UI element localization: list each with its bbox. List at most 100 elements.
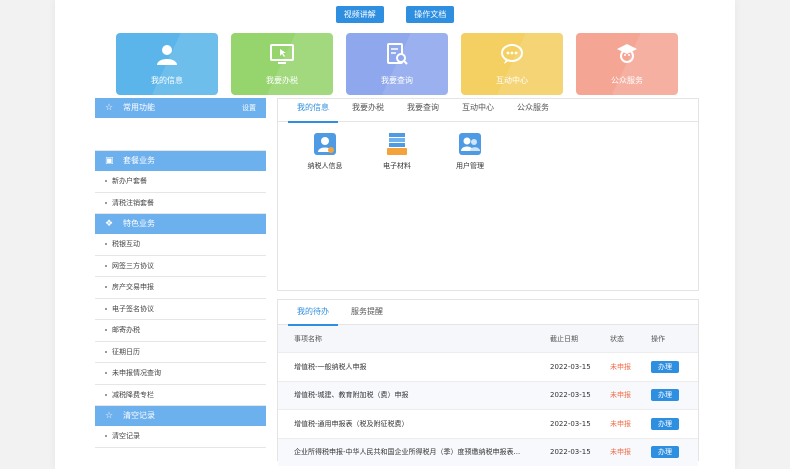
star-icon: ☆ (105, 411, 114, 421)
feature-cards: 我的信息 我要办税 我要查询 互动中心 公众服务 (55, 33, 735, 95)
tab-my-info[interactable]: 我的信息 (288, 99, 338, 123)
handle-button[interactable]: 办理 (651, 360, 679, 373)
card-tax-handling[interactable]: 我要办税 (231, 33, 333, 95)
user-manage-icon (459, 133, 481, 155)
sidebar-item[interactable]: 电子签名协议 (95, 299, 266, 320)
section-title: 清空记录 (123, 411, 155, 420)
quick-item-documents[interactable]: 电子材料 (372, 133, 422, 171)
column-header: 截止日期 (549, 325, 609, 353)
section-title: 特色业务 (123, 219, 155, 228)
bullet-icon (105, 243, 107, 245)
tab-my-todo[interactable]: 我的待办 (288, 300, 338, 326)
sidebar-item-label: 邮寄办税 (112, 326, 140, 334)
sidebar-item-label: 房产交易申报 (112, 283, 154, 291)
bullet-icon (105, 393, 107, 396)
sidebar-item[interactable]: 清税注销套餐 (95, 193, 266, 214)
info-tabs: 我的信息 我要办税 我要查询 互动中心 公众服务 (278, 99, 698, 123)
sidebar-item[interactable]: 新办户套餐 (95, 171, 266, 193)
bullet-icon (105, 201, 107, 204)
bullet-icon (105, 350, 107, 353)
quick-item-label: 电子材料 (383, 162, 411, 170)
table-row: 企业所得税申报-中华人民共和国企业所得税月（季）度预缴纳税申报表... 2022… (278, 437, 698, 466)
section-title: 套餐业务 (123, 156, 155, 165)
item-name: 增值税-城建、教育附加税（费）申报 (278, 380, 549, 410)
card-label: 我要查询 (381, 76, 413, 85)
grid-icon: ❖ (105, 219, 114, 229)
quick-item-user-manage[interactable]: 用户管理 (445, 133, 495, 171)
bullet-icon (105, 435, 107, 437)
service-icon (617, 44, 637, 63)
bullet-icon (105, 329, 107, 331)
sidebar-item-label: 减税降费专栏 (112, 390, 154, 399)
sidebar-item[interactable]: 未申报情况查询 (95, 363, 266, 385)
sidebar-item[interactable]: 邮寄办税 (95, 320, 266, 342)
card-label: 我的信息 (151, 76, 183, 85)
taxpayer-icon (314, 133, 336, 155)
video-guide-button[interactable]: 视频讲解 (335, 6, 384, 23)
card-label: 公众服务 (611, 76, 643, 85)
card-my-info[interactable]: 我的信息 (116, 33, 218, 95)
top-buttons: 视频讲解 操作文档 (55, 6, 735, 23)
tab-service-reminder[interactable]: 服务提醒 (351, 300, 383, 324)
sidebar-item-label: 未申报情况查询 (112, 369, 161, 377)
bullet-icon (105, 286, 107, 288)
sidebar-item-label: 征期日历 (112, 347, 140, 356)
sidebar-item[interactable]: 房产交易申报 (95, 277, 266, 299)
card-query[interactable]: 我要查询 (346, 33, 448, 95)
handle-button[interactable]: 办理 (651, 417, 679, 430)
status-badge: 未申报 (609, 437, 650, 466)
bullet-icon (105, 307, 107, 310)
sidebar-item[interactable]: 减税降费专栏 (95, 385, 266, 406)
monitor-icon (270, 44, 294, 64)
status-badge: 未申报 (609, 409, 650, 438)
tab-interaction[interactable]: 互动中心 (462, 99, 494, 121)
info-panel: 我的信息 我要办税 我要查询 互动中心 公众服务 纳税人信息 电子材料 用户管理 (277, 98, 699, 291)
sidebar-item-label: 网签三方协议 (112, 261, 154, 270)
quick-item-label: 纳税人信息 (307, 162, 343, 170)
column-header: 操作 (650, 325, 698, 353)
settings-link[interactable]: 设置 (242, 98, 256, 118)
sidebar-item[interactable]: 征期日历 (95, 342, 266, 363)
documents-icon (387, 133, 407, 155)
operation-doc-button[interactable]: 操作文档 (406, 6, 455, 23)
tab-tax-handling[interactable]: 我要办税 (352, 99, 384, 121)
due-date: 2022-03-15 (549, 409, 609, 438)
sidebar-item-label: 新办户套餐 (112, 177, 147, 185)
due-date: 2022-03-15 (549, 380, 609, 410)
todo-table: 事项名称 截止日期 状态 操作 增值税-一般纳税人申报 2022-03-15 未… (278, 325, 698, 466)
due-date: 2022-03-15 (549, 437, 609, 466)
section-common-functions: ☆ 常用功能 设置 (95, 98, 266, 118)
table-header-row: 事项名称 截止日期 状态 操作 (278, 325, 698, 353)
quick-item-taxpayer-info[interactable]: 纳税人信息 (300, 133, 350, 171)
status-badge: 未申报 (609, 380, 650, 410)
sidebar-item-label: 电子签名协议 (112, 304, 154, 313)
card-label: 互动中心 (496, 76, 528, 85)
package-icon: ▣ (105, 156, 114, 166)
sidebar-item[interactable]: 清空记录 (95, 426, 266, 448)
status-badge: 未申报 (609, 352, 650, 381)
star-icon: ☆ (105, 103, 114, 113)
sidebar-item-label: 清税注销套餐 (112, 198, 154, 207)
item-name: 增值税-通用申报表（税及附征税费） (278, 409, 549, 438)
common-functions-area (95, 118, 266, 151)
tab-query[interactable]: 我要查询 (407, 99, 439, 121)
sidebar-item-label: 税银互动 (112, 240, 140, 248)
card-public-service[interactable]: 公众服务 (576, 33, 678, 95)
sidebar-item[interactable]: 税银互动 (95, 234, 266, 256)
card-interaction[interactable]: 互动中心 (461, 33, 563, 95)
quick-item-label: 用户管理 (456, 162, 484, 170)
todo-tabs: 我的待办 服务提醒 (278, 300, 698, 326)
search-doc-icon (387, 43, 408, 65)
tab-public-service[interactable]: 公众服务 (517, 99, 549, 121)
user-icon (157, 45, 177, 65)
todo-panel: 我的待办 服务提醒 事项名称 截止日期 状态 操作 增值税-一般纳税人申报 20… (277, 299, 699, 466)
left-sidebar: ☆ 常用功能 设置 ▣ 套餐业务 新办户套餐 清税注销套餐 ❖ 特色业务 税银互动 网… (95, 98, 266, 458)
table-row: 增值税-一般纳税人申报 2022-03-15 未申报 办理 (278, 352, 698, 381)
chat-icon (501, 44, 523, 64)
section-clear-records: ☆ 清空记录 (95, 406, 266, 426)
handle-button[interactable]: 办理 (651, 389, 679, 402)
table-row: 增值税-通用申报表（税及附征税费） 2022-03-15 未申报 办理 (278, 409, 698, 438)
section-packages: ▣ 套餐业务 (95, 151, 266, 171)
handle-button[interactable]: 办理 (651, 446, 679, 459)
sidebar-item[interactable]: 网签三方协议 (95, 256, 266, 277)
